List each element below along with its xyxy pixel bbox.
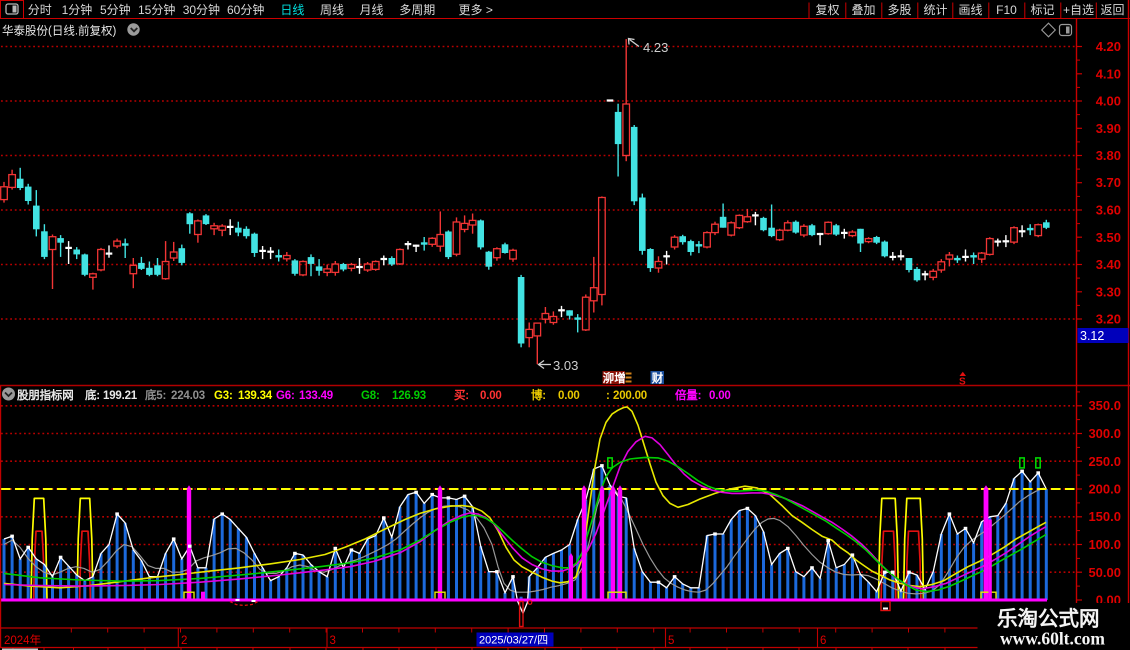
svg-text:乐淘公式网: 乐淘公式网	[997, 607, 1100, 631]
svg-text:分时: 分时	[28, 3, 52, 17]
svg-text:周线: 周线	[320, 3, 344, 17]
svg-text::: :	[606, 390, 610, 402]
svg-text:0.00: 0.00	[709, 390, 731, 402]
svg-text:139.34: 139.34	[238, 390, 273, 402]
svg-text:3.40: 3.40	[1096, 257, 1121, 272]
svg-text:0.00: 0.00	[558, 390, 580, 402]
svg-text:泖增: 泖增	[603, 371, 626, 385]
svg-text:日线: 日线	[280, 3, 304, 17]
svg-text:底:: 底:	[85, 388, 100, 402]
svg-text:买:: 买:	[454, 389, 469, 402]
svg-text:199.21: 199.21	[103, 390, 138, 402]
svg-text:150.0: 150.0	[1088, 509, 1121, 524]
svg-text:350.0: 350.0	[1088, 398, 1121, 413]
svg-text:50.00: 50.00	[1088, 565, 1121, 580]
svg-text:100.0: 100.0	[1088, 537, 1121, 552]
svg-text:G3:: G3:	[214, 390, 233, 402]
svg-text:华泰股份(日线.前复权): 华泰股份(日线.前复权)	[2, 24, 117, 38]
svg-text:0.00: 0.00	[480, 390, 502, 402]
svg-text:6: 6	[820, 635, 826, 647]
svg-text:5分钟: 5分钟	[100, 2, 131, 17]
svg-text:133.49: 133.49	[299, 390, 333, 402]
svg-text:1分钟: 1分钟	[62, 2, 93, 17]
svg-text:+自选: +自选	[1063, 3, 1094, 17]
svg-text:叠加: 叠加	[851, 3, 875, 17]
svg-text:60分钟: 60分钟	[227, 2, 264, 17]
svg-text:200.0: 200.0	[1088, 482, 1121, 497]
svg-text:多周期: 多周期	[399, 3, 435, 17]
svg-text:画线: 画线	[958, 3, 982, 17]
svg-text:标记: 标记	[1030, 3, 1054, 17]
svg-text:更多 >: 更多 >	[459, 3, 493, 17]
svg-text:G6:: G6:	[276, 390, 295, 402]
svg-text:4.20: 4.20	[1096, 39, 1121, 54]
svg-text:126.93: 126.93	[392, 390, 426, 402]
svg-text:博:: 博:	[531, 388, 546, 402]
svg-text:3.12: 3.12	[1080, 329, 1104, 343]
svg-text:300.0: 300.0	[1088, 426, 1121, 441]
svg-text:3.80: 3.80	[1096, 148, 1121, 163]
svg-text:3.60: 3.60	[1096, 203, 1121, 218]
svg-text:3.50: 3.50	[1096, 230, 1121, 245]
svg-text:224.03: 224.03	[171, 390, 205, 402]
svg-text:250.0: 250.0	[1088, 454, 1121, 469]
svg-text:5: 5	[668, 635, 674, 647]
svg-text:股朋指标网: 股朋指标网	[17, 388, 74, 402]
svg-text:3.20: 3.20	[1096, 312, 1121, 327]
svg-text:30分钟: 30分钟	[183, 2, 220, 17]
svg-text:4.10: 4.10	[1096, 66, 1121, 81]
svg-text:3.03: 3.03	[553, 358, 578, 373]
svg-text:4.23: 4.23	[643, 40, 668, 55]
svg-text:多股: 多股	[887, 3, 911, 17]
svg-text:3: 3	[330, 635, 336, 647]
svg-text:3.30: 3.30	[1096, 284, 1121, 299]
svg-text:统计: 统计	[923, 3, 947, 17]
svg-text:200.00: 200.00	[613, 390, 647, 402]
svg-text:月线: 月线	[360, 3, 384, 17]
svg-text:www.60lt.com: www.60lt.com	[1000, 629, 1105, 649]
svg-text:倍量:: 倍量:	[675, 388, 701, 402]
svg-text:返回: 返回	[1100, 3, 1124, 17]
svg-text:F10: F10	[996, 3, 1017, 17]
svg-text:财: 财	[651, 371, 664, 385]
svg-text:底5:: 底5:	[145, 388, 166, 402]
svg-text:2024年: 2024年	[4, 633, 41, 647]
svg-text:4.00: 4.00	[1096, 94, 1121, 109]
svg-text:G8:: G8:	[361, 390, 380, 402]
svg-text:3.70: 3.70	[1096, 175, 1121, 190]
svg-text:2: 2	[181, 635, 187, 647]
svg-text:3.90: 3.90	[1096, 121, 1121, 136]
svg-text:2025/03/27/四: 2025/03/27/四	[479, 635, 548, 647]
svg-text:复权: 复权	[815, 3, 839, 17]
svg-text:15分钟: 15分钟	[138, 2, 175, 17]
